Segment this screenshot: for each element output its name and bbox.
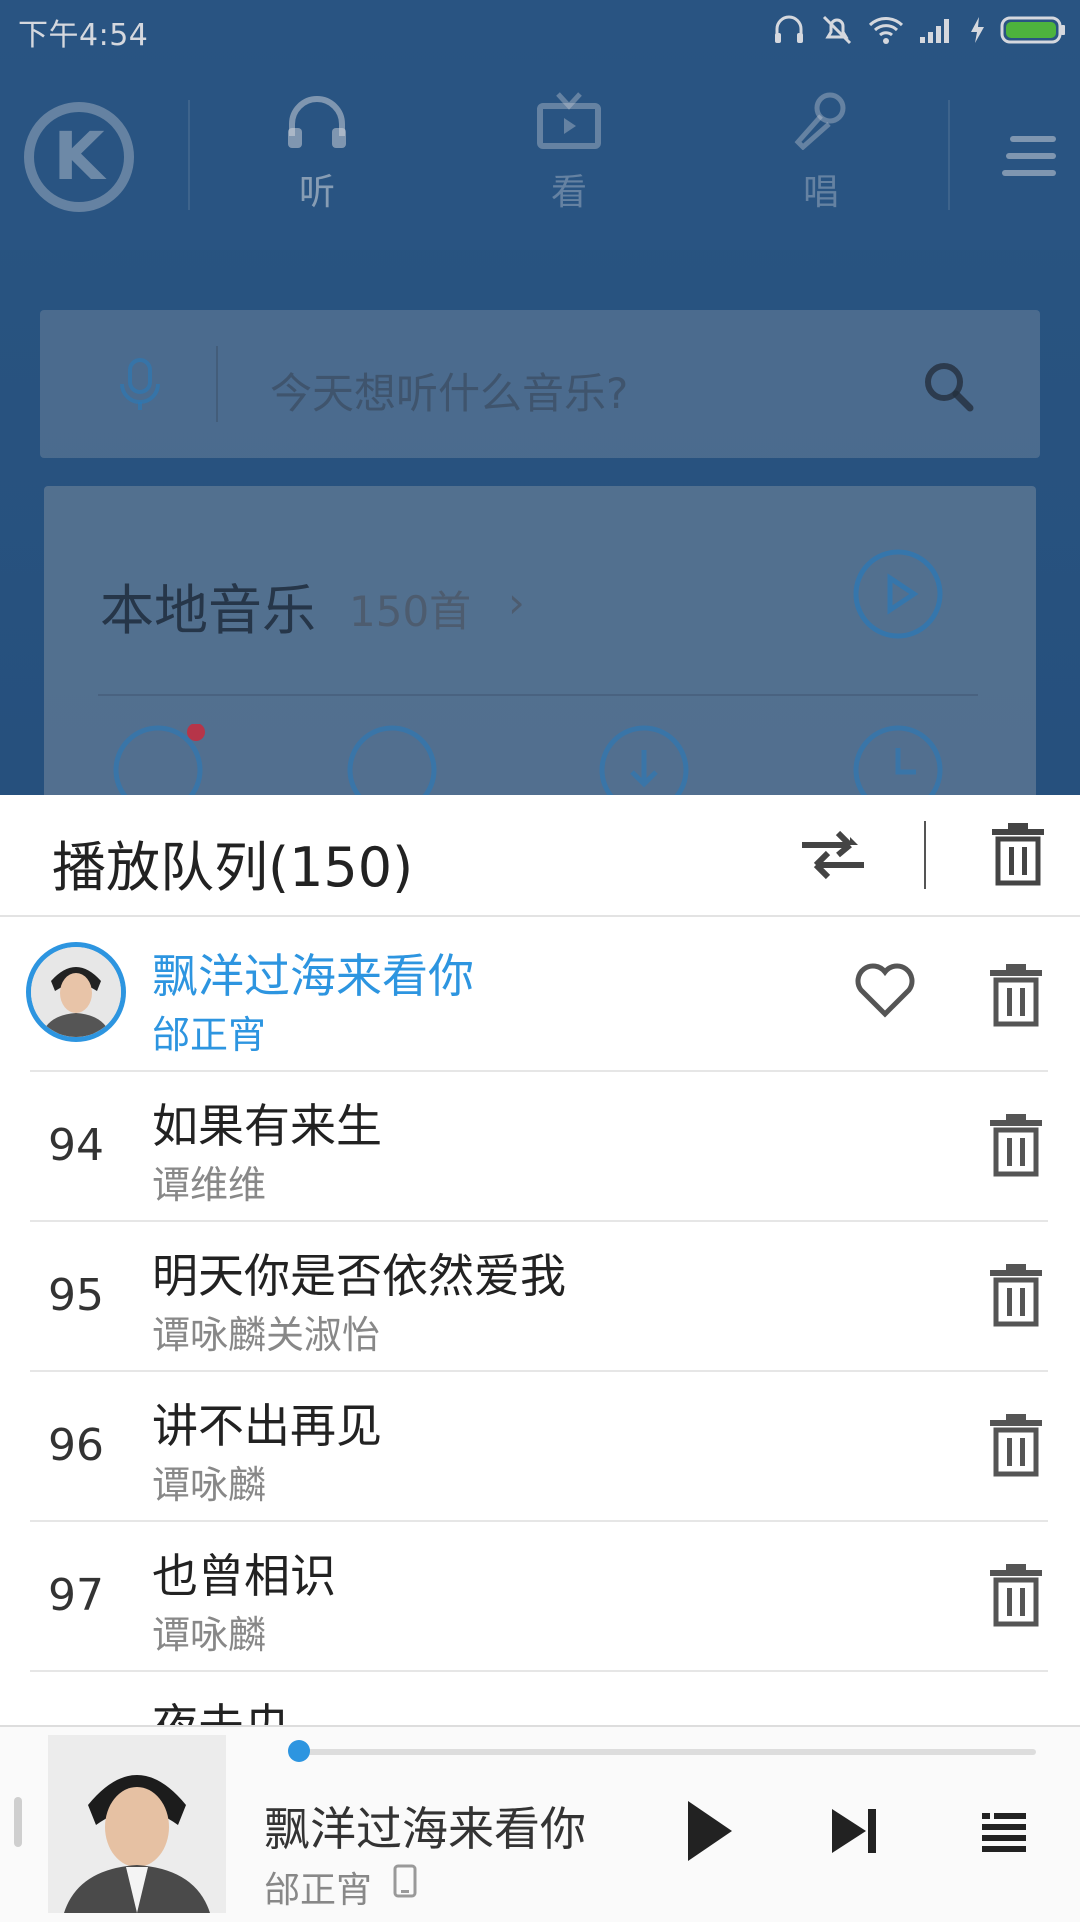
shuffle-icon[interactable] bbox=[798, 825, 868, 885]
song-title: 也曾相识 bbox=[152, 1549, 336, 1603]
queue-row[interactable]: 97 也曾相识 谭咏麟 bbox=[30, 1520, 1048, 1672]
song-number: 97 bbox=[48, 1570, 104, 1621]
song-title: 夜未央 bbox=[152, 1690, 290, 1725]
playlist-icon[interactable] bbox=[982, 1813, 1026, 1853]
progress-bar[interactable] bbox=[288, 1740, 1036, 1762]
queue-row-current[interactable]: 飘洋过海来看你 邰正宵 bbox=[26, 920, 1048, 1072]
trash-icon[interactable] bbox=[988, 1264, 1044, 1328]
queue-row[interactable]: 95 明天你是否依然爱我 谭咏麟关淑怡 bbox=[30, 1220, 1048, 1372]
song-title: 如果有来生 bbox=[152, 1099, 382, 1153]
next-icon[interactable] bbox=[830, 1807, 880, 1855]
player-artist: 邰正宵 bbox=[264, 1870, 373, 1911]
song-title: 讲不出再见 bbox=[152, 1399, 382, 1453]
song-number: 95 bbox=[48, 1270, 104, 1321]
artist-avatar bbox=[26, 942, 126, 1042]
song-artist: 谭维维 bbox=[152, 1163, 267, 1207]
queue-row[interactable]: 94 如果有来生 谭维维 bbox=[30, 1070, 1048, 1222]
album-cover[interactable] bbox=[48, 1735, 226, 1913]
queue-row[interactable]: 96 讲不出再见 谭咏麟 bbox=[30, 1370, 1048, 1522]
song-artist: 谭咏麟 bbox=[152, 1613, 267, 1657]
queue-title: 播放队列(150) bbox=[52, 836, 414, 899]
queue-row-partial[interactable]: 夜未央 bbox=[30, 1670, 1048, 1725]
progress-knob[interactable] bbox=[288, 1740, 311, 1762]
header-divider bbox=[924, 821, 926, 889]
play-queue-panel: 播放队列(150) 飘洋过海来看你 邰正宵 94 如果有来生 谭维维 95 明天… bbox=[0, 795, 1080, 1725]
device-icon bbox=[393, 1864, 417, 1898]
trash-icon[interactable] bbox=[988, 1414, 1044, 1478]
song-artist: 邰正宵 bbox=[152, 1013, 267, 1057]
song-title: 飘洋过海来看你 bbox=[152, 949, 474, 1003]
queue-header: 播放队列(150) bbox=[0, 795, 1080, 917]
play-icon[interactable] bbox=[684, 1799, 734, 1863]
drag-handle[interactable] bbox=[14, 1797, 22, 1847]
song-number: 94 bbox=[48, 1120, 104, 1171]
trash-icon[interactable] bbox=[988, 964, 1044, 1028]
song-artist: 谭咏麟 bbox=[152, 1463, 267, 1507]
mini-player: 飘洋过海来看你 邰正宵 bbox=[0, 1725, 1080, 1922]
player-song-title: 飘洋过海来看你 bbox=[264, 1802, 586, 1856]
trash-icon[interactable] bbox=[988, 1564, 1044, 1628]
song-number: 96 bbox=[48, 1420, 104, 1471]
heart-icon[interactable] bbox=[854, 962, 916, 1018]
song-title: 明天你是否依然爱我 bbox=[152, 1249, 566, 1303]
song-artist: 谭咏麟关淑怡 bbox=[152, 1313, 381, 1357]
trash-icon[interactable] bbox=[988, 1114, 1044, 1178]
dim-overlay[interactable] bbox=[0, 0, 1080, 795]
clear-queue-trash-icon[interactable] bbox=[990, 823, 1046, 887]
